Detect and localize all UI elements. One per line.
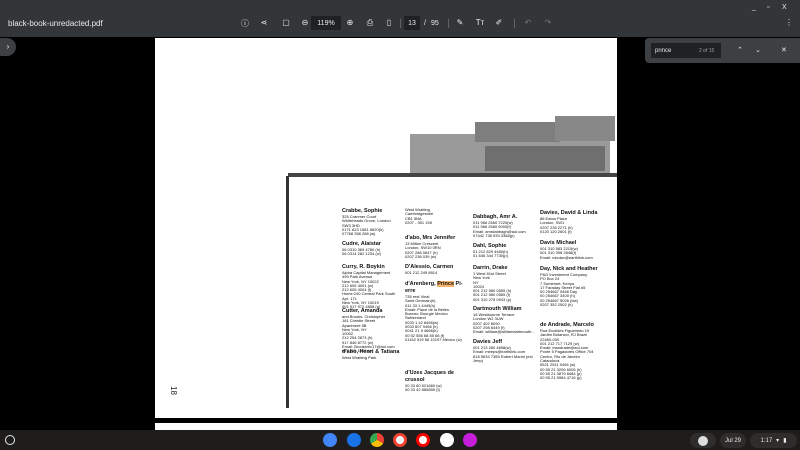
entry-line: 001 212 249 8914 [405,270,438,275]
find-count: 2 of 15 [699,48,715,54]
clock: 1:17 [760,437,773,444]
more-menu-icon[interactable]: ⋮ [783,18,795,27]
entry-line: 001 310 275 0943 (p) [473,296,512,302]
document-title: black-book-unredacted.pdf [8,19,103,28]
address-entry: Cudre, Alaistar 06 0310 369 4780 (h) 06 03… [342,241,406,257]
address-entry: Dartmouth William 16 Westbourne Terrace Lo… [473,306,537,334]
print-icon[interactable]: ⎙ [364,18,376,28]
address-entry: d'Uzes Jacques de crussol 00 33 60 521660… [405,370,469,393]
entry-line: 00 33 42 885855 (f) [405,387,440,393]
page-number-input[interactable]: 13 [404,16,420,30]
entry-line: Email: micdav@earthlink.com [540,254,593,260]
draw-icon[interactable]: ✎ [454,18,466,27]
address-entry: Darrin, Drake 1 West 81st Street New York N… [473,265,537,302]
redo-icon[interactable]: ↷ [542,18,554,27]
address-entry: d'abo, Mrs Jennifer 13 Milton Crescent Lon… [405,235,469,259]
rotate-page-icon[interactable]: ▯ [383,18,395,27]
status-tray[interactable]: 1:17 ▾ ▮ [750,433,797,448]
sidebar-toggle-button[interactable]: › [0,38,16,56]
entry-line: 01 646 344 7730(p) [473,253,508,259]
zoom-out-icon[interactable]: ⊖ [299,18,311,27]
address-entry: de Andrade, Marcelo Rua Euclides Figueire… [540,322,604,381]
entry-line: 00 55 21 9984 4716 (p) [540,375,582,381]
find-close-icon[interactable]: ✕ [781,46,787,54]
address-entry: D'Alessio, Carmen 001 212 249 8914 [405,264,469,275]
search-highlight: Prince [437,281,455,287]
zoom-in-icon[interactable]: ⊕ [344,18,356,27]
page-number-label: 18 [168,386,178,395]
gmail-app-icon[interactable] [393,433,407,447]
entry-line: 0207 236 039 (w) [405,253,437,259]
zoom-level-field[interactable]: 119% [311,16,341,30]
entry-line: 07442 738 933 3368(p) [473,232,515,238]
info-icon[interactable]: ⓘ [239,18,251,29]
pdf-app-icon[interactable] [463,433,477,447]
pdf-page: Crabbe, Sophie 325 Cranmer Court Whitehead… [155,38,617,418]
entry-line: 07768 358 288 (w) [342,231,376,237]
launcher-icon[interactable] [5,435,15,445]
address-entry: Davies, David & Linda 86 Eaton Place Londo… [540,210,604,234]
address-entry: Dahl, Sophie 01 212 829 4480(h) 01 646 344… [473,243,537,259]
address-entry: Davis Michael 001 310 583 2215(w) 001 310 … [540,240,604,260]
taskbar: Jul 29 1:17 ▾ ▮ [0,430,800,450]
page-separator: / [424,20,426,27]
address-entry: Davies Jeff 001 213 260 4698(w) Email: mee… [473,339,537,363]
minimize-button[interactable]: _ [752,4,756,11]
play-store-app-icon[interactable] [440,433,454,447]
address-entry: West Wratting Cambridgeshire CB1 5NA 0207 -… [405,207,469,225]
find-bar: 2 of 15 ⌃ ⌄ ✕ [645,38,800,63]
files-app-icon[interactable] [347,433,361,447]
page-total: 95 [431,20,439,27]
entry-line: 06 0314 282 1234 (w) [342,251,381,257]
entry-line: West Wratting Park [342,355,377,360]
maximize-button[interactable]: ▫ [767,4,769,11]
entry-name: d'Arenberg, Prince Pi-erre [405,281,463,294]
entry-line: Email: william@williamdartmouth... [473,329,535,335]
address-entry: Dabbagh, Amr A. 011 966 2660 7220(w) 011 9… [473,214,537,238]
undo-icon[interactable]: ↶ [522,18,534,27]
pdf-toolbar: _ ▫ X black-book-unredacted.pdf ⓘ ⋖ ▢ ⊖ … [0,0,800,37]
share-icon[interactable]: ⋖ [258,18,270,27]
wifi-icon: ▾ [776,438,780,444]
entry-line: Jeep) [473,357,484,363]
close-window-button[interactable]: X [782,4,787,11]
docs-app-icon[interactable] [323,433,337,447]
entry-line: 0120 120 2601 (f) [540,228,572,234]
entry-name: d'Uzes Jacques de crussol [405,370,454,383]
highlight-icon[interactable]: ✐ [493,18,505,27]
text-icon[interactable]: Tт [474,18,486,27]
fit-page-icon[interactable]: ▢ [280,18,292,27]
find-previous-icon[interactable]: ⌃ [737,46,743,54]
chrome-app-icon[interactable] [370,433,384,447]
entry-line: 0207 - 351 155 [405,219,432,225]
entry-line: 01152 519 56 10197 Mexico (w) [405,336,462,342]
address-entry: Cutter, Amanda and Brooks, Christopher 181… [342,308,406,354]
address-entry: d'Arenberg, Prince Pi-erre 735 rest Vinal… [405,281,469,342]
address-entry: d'abo, Henri & Tatiana West Wratting Park [342,349,406,360]
tote-button[interactable] [690,433,716,448]
date-button[interactable]: Jul 29 [720,433,746,448]
address-entry: Day, Nick and Heather P&D Investment Comp… [540,266,604,307]
address-entry: Curry, R. Boykin Alpha Capital Management… [342,264,406,310]
address-entry: Crabbe, Sophie 325 Cranmer Court Whitehead… [342,208,406,236]
youtube-app-icon[interactable] [416,433,430,447]
battery-icon: ▮ [783,438,787,444]
find-next-icon[interactable]: ⌄ [755,46,761,54]
entry-line: 0207 352 2502 (h) [540,302,573,308]
